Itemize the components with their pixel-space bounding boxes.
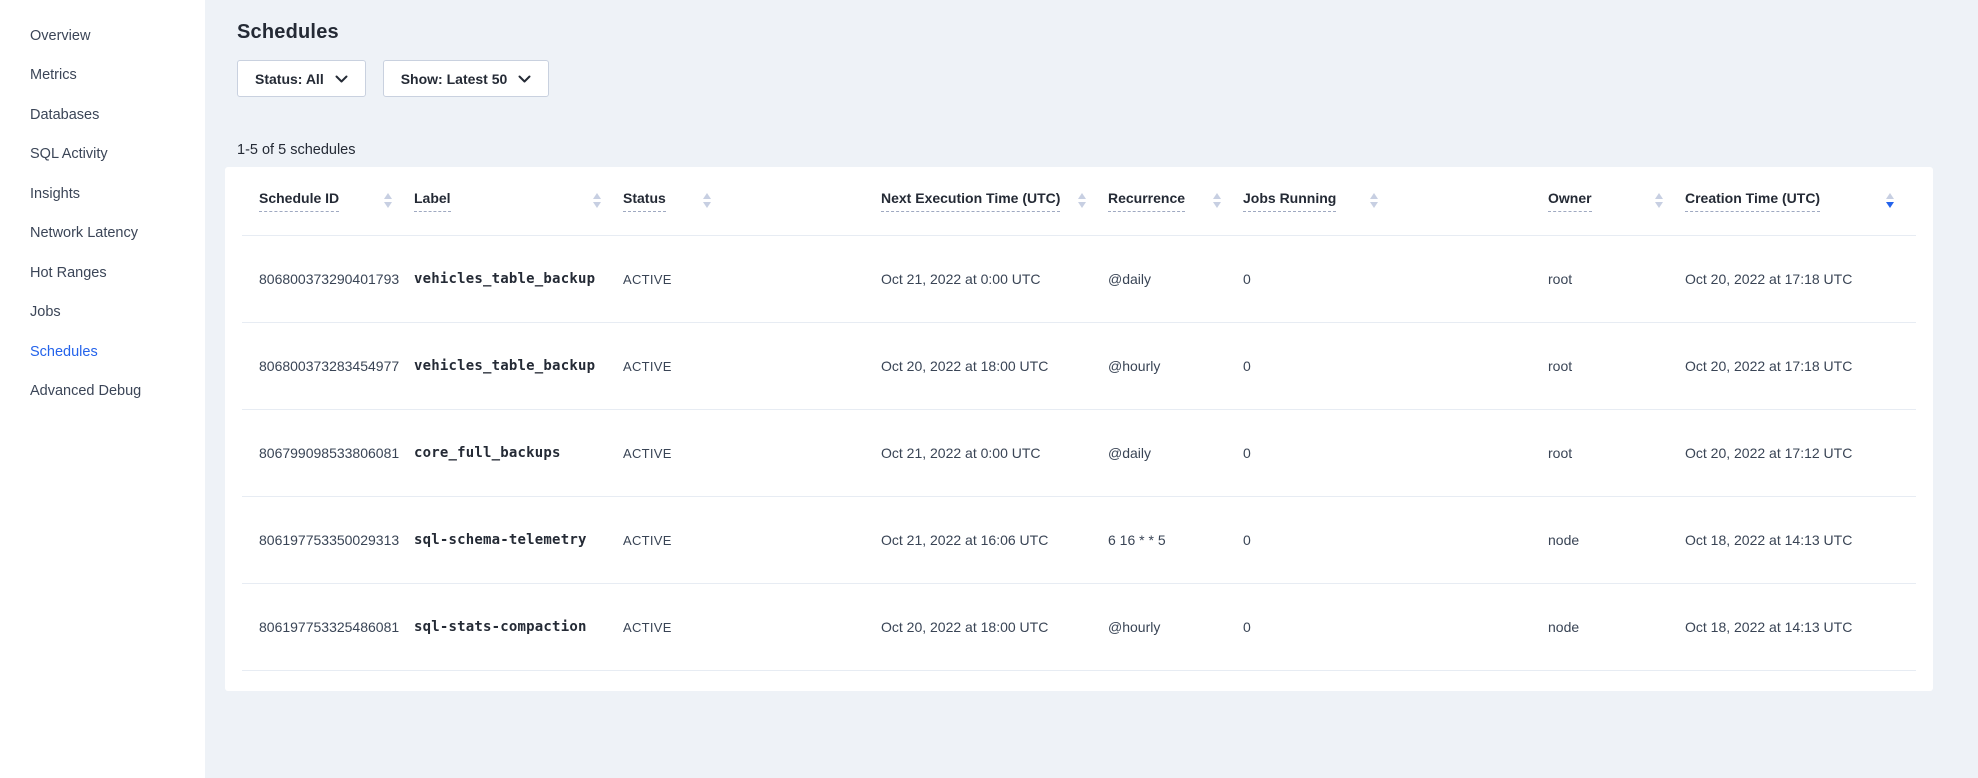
cell-next-execution-time: Oct 21, 2022 at 0:00 UTC bbox=[881, 409, 1108, 496]
cell-owner: node bbox=[1548, 496, 1685, 583]
cell-owner: root bbox=[1548, 322, 1685, 409]
cell-status: ACTIVE bbox=[623, 496, 881, 583]
show-filter-dropdown[interactable]: Show: Latest 50 bbox=[383, 60, 550, 97]
cell-schedule-id: 806799098533806081 bbox=[242, 409, 414, 496]
column-header-label[interactable]: Recurrence bbox=[1108, 190, 1185, 212]
filter-bar: Status: All Show: Latest 50 bbox=[237, 60, 1978, 97]
cell-owner: node bbox=[1548, 583, 1685, 670]
cell-label: core_full_backups bbox=[414, 409, 623, 496]
column-header-label[interactable]: Next Execution Time (UTC) bbox=[881, 190, 1060, 212]
chevron-down-icon bbox=[518, 75, 531, 84]
sort-icon[interactable] bbox=[703, 193, 711, 208]
main-content: Schedules Status: All Show: Latest 50 1-… bbox=[205, 0, 1978, 778]
cell-next-execution-time: Oct 20, 2022 at 18:00 UTC bbox=[881, 583, 1108, 670]
cell-next-execution-time: Oct 21, 2022 at 0:00 UTC bbox=[881, 235, 1108, 322]
cell-jobs-running: 0 bbox=[1243, 235, 1548, 322]
results-count: 1-5 of 5 schedules bbox=[237, 142, 1978, 158]
sidebar-item-overview[interactable]: Overview bbox=[0, 16, 205, 56]
cell-recurrence: @daily bbox=[1108, 409, 1243, 496]
sidebar-item-schedules[interactable]: Schedules bbox=[0, 332, 205, 372]
sidebar-item-hot-ranges[interactable]: Hot Ranges bbox=[0, 253, 205, 293]
sidebar-item-label: SQL Activity bbox=[30, 146, 108, 162]
column-header-label[interactable]: Jobs Running bbox=[1243, 190, 1336, 212]
column-header-label[interactable]: Status bbox=[623, 190, 666, 212]
sidebar-item-insights[interactable]: Insights bbox=[0, 174, 205, 214]
cell-jobs-running: 0 bbox=[1243, 322, 1548, 409]
column-header-label[interactable]: Owner bbox=[1548, 190, 1592, 212]
cell-status: ACTIVE bbox=[623, 583, 881, 670]
sidebar-item-label: Hot Ranges bbox=[30, 265, 107, 281]
cell-creation-time: Oct 18, 2022 at 14:13 UTC bbox=[1685, 496, 1916, 583]
cell-recurrence: @hourly bbox=[1108, 322, 1243, 409]
sidebar-item-label: Jobs bbox=[30, 304, 61, 320]
sidebar-item-label: Metrics bbox=[30, 67, 77, 83]
cell-label: vehicles_table_backup bbox=[414, 235, 623, 322]
cell-creation-time: Oct 18, 2022 at 14:13 UTC bbox=[1685, 583, 1916, 670]
cell-creation-time: Oct 20, 2022 at 17:18 UTC bbox=[1685, 322, 1916, 409]
column-header-label[interactable]: Creation Time (UTC) bbox=[1685, 190, 1820, 212]
cell-schedule-id: 806197753350029313 bbox=[242, 496, 414, 583]
cell-recurrence: @daily bbox=[1108, 235, 1243, 322]
chevron-down-icon bbox=[335, 75, 348, 84]
cell-status: ACTIVE bbox=[623, 235, 881, 322]
sidebar-item-label: Network Latency bbox=[30, 225, 138, 241]
column-header-label[interactable]: Schedule ID bbox=[259, 190, 339, 212]
cell-jobs-running: 0 bbox=[1243, 496, 1548, 583]
cell-owner: root bbox=[1548, 235, 1685, 322]
sidebar-item-network-latency[interactable]: Network Latency bbox=[0, 214, 205, 254]
sidebar-item-label: Databases bbox=[30, 107, 99, 123]
sidebar-item-label: Schedules bbox=[30, 344, 98, 360]
table-row[interactable]: 806197753325486081 sql-stats-compaction … bbox=[242, 583, 1916, 670]
table-row[interactable]: 806800373290401793 vehicles_table_backup… bbox=[242, 235, 1916, 322]
cell-status: ACTIVE bbox=[623, 322, 881, 409]
cell-label: vehicles_table_backup bbox=[414, 322, 623, 409]
sidebar-item-label: Overview bbox=[30, 28, 90, 44]
table-row[interactable]: 806800373283454977 vehicles_table_backup… bbox=[242, 322, 1916, 409]
cell-schedule-id: 806800373290401793 bbox=[242, 235, 414, 322]
cell-creation-time: Oct 20, 2022 at 17:18 UTC bbox=[1685, 235, 1916, 322]
sort-icon[interactable] bbox=[593, 193, 601, 208]
sort-icon[interactable] bbox=[1370, 193, 1378, 208]
sort-icon[interactable] bbox=[1886, 193, 1894, 208]
sort-icon[interactable] bbox=[1655, 193, 1663, 208]
column-header-label[interactable]: Label bbox=[414, 190, 451, 212]
table-row[interactable]: 806799098533806081 core_full_backups ACT… bbox=[242, 409, 1916, 496]
status-filter-label: Status: All bbox=[255, 71, 324, 87]
cell-owner: root bbox=[1548, 409, 1685, 496]
sort-icon[interactable] bbox=[1213, 193, 1221, 208]
sidebar-item-databases[interactable]: Databases bbox=[0, 95, 205, 135]
sort-icon[interactable] bbox=[1078, 193, 1086, 208]
cell-recurrence: 6 16 * * 5 bbox=[1108, 496, 1243, 583]
sidebar-item-label: Advanced Debug bbox=[30, 383, 141, 399]
cell-next-execution-time: Oct 21, 2022 at 16:06 UTC bbox=[881, 496, 1108, 583]
sidebar-item-label: Insights bbox=[30, 186, 80, 202]
sort-icon[interactable] bbox=[384, 193, 392, 208]
cell-jobs-running: 0 bbox=[1243, 409, 1548, 496]
sidebar-item-sql-activity[interactable]: SQL Activity bbox=[0, 135, 205, 175]
schedules-table: Schedule ID Label Status Next Execution … bbox=[242, 167, 1916, 671]
cell-status: ACTIVE bbox=[623, 409, 881, 496]
table-header-row: Schedule ID Label Status Next Execution … bbox=[242, 167, 1916, 235]
cell-creation-time: Oct 20, 2022 at 17:12 UTC bbox=[1685, 409, 1916, 496]
cell-schedule-id: 806800373283454977 bbox=[242, 322, 414, 409]
page-title: Schedules bbox=[237, 21, 1978, 44]
cell-next-execution-time: Oct 20, 2022 at 18:00 UTC bbox=[881, 322, 1108, 409]
cell-jobs-running: 0 bbox=[1243, 583, 1548, 670]
cell-schedule-id: 806197753325486081 bbox=[242, 583, 414, 670]
cell-label: sql-stats-compaction bbox=[414, 583, 623, 670]
sidebar-item-jobs[interactable]: Jobs bbox=[0, 293, 205, 333]
page: Overview Metrics Databases SQL Activity … bbox=[0, 0, 1978, 778]
sidebar-item-metrics[interactable]: Metrics bbox=[0, 56, 205, 96]
cell-label: sql-schema-telemetry bbox=[414, 496, 623, 583]
schedules-table-card: Schedule ID Label Status Next Execution … bbox=[225, 167, 1933, 691]
cell-recurrence: @hourly bbox=[1108, 583, 1243, 670]
show-filter-label: Show: Latest 50 bbox=[401, 71, 508, 87]
sidebar: Overview Metrics Databases SQL Activity … bbox=[0, 0, 205, 778]
table-row[interactable]: 806197753350029313 sql-schema-telemetry … bbox=[242, 496, 1916, 583]
sidebar-item-advanced-debug[interactable]: Advanced Debug bbox=[0, 372, 205, 412]
status-filter-dropdown[interactable]: Status: All bbox=[237, 60, 366, 97]
